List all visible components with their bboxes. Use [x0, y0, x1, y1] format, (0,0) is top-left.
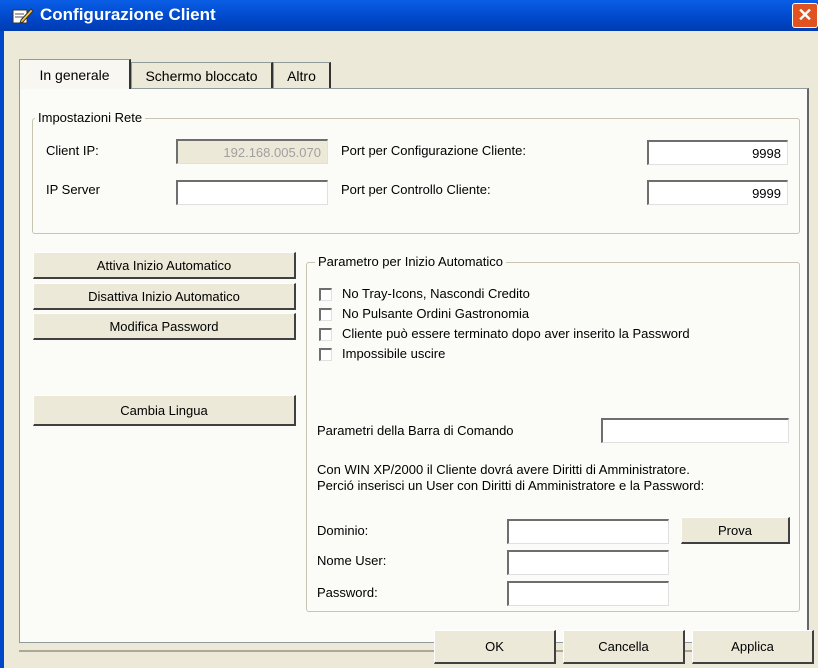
close-icon: ✕: [797, 5, 813, 25]
port-control-label: Port per Controllo Cliente:: [341, 182, 491, 197]
tab-locked-screen[interactable]: Schermo bloccato: [131, 62, 273, 88]
password-label: Password:: [317, 585, 378, 600]
password-field[interactable]: [507, 581, 669, 606]
port-control-field[interactable]: 9999: [647, 180, 788, 205]
change-language-button[interactable]: Cambia Lingua: [33, 395, 296, 426]
domain-field[interactable]: [507, 519, 669, 544]
client-ip-field[interactable]: 192.168.005.070: [176, 139, 328, 164]
tab-other[interactable]: Altro: [273, 62, 331, 88]
tab-general[interactable]: In generale: [19, 59, 131, 89]
port-config-field[interactable]: 9998: [647, 140, 788, 165]
client-ip-label: Client IP:: [46, 143, 99, 158]
user-name-label: Nome User:: [317, 553, 387, 568]
test-button[interactable]: Prova: [681, 517, 790, 544]
user-name-field[interactable]: [507, 550, 669, 575]
checkbox-no-gastronomy-button[interactable]: [319, 308, 332, 321]
checkbox-no-gastronomy-label[interactable]: No Pulsante Ordini Gastronomia: [342, 306, 529, 321]
ok-button[interactable]: OK: [434, 630, 556, 664]
admin-note-line2: Perció inserisci un User con Diritti di …: [317, 478, 705, 493]
domain-label: Dominio:: [317, 523, 369, 538]
network-group-title: Impostazioni Rete: [35, 110, 146, 125]
checkbox-terminate-label[interactable]: Cliente può essere terminato dopo aver i…: [342, 326, 690, 341]
checkbox-no-tray-icons[interactable]: [319, 288, 332, 301]
admin-note-line1: Con WIN XP/2000 il Cliente dovrá avere D…: [317, 462, 690, 477]
disable-autostart-button[interactable]: Disattiva Inizio Automatico: [33, 283, 296, 310]
autostart-group-title: Parametro per Inizio Automatico: [315, 254, 506, 269]
ip-server-field[interactable]: [176, 180, 328, 205]
cancel-button[interactable]: Cancella: [563, 630, 685, 664]
footer-separator: [19, 650, 809, 652]
window-frame-left: [0, 31, 4, 668]
apply-button[interactable]: Applica: [692, 630, 814, 664]
port-config-label: Port per Configurazione Cliente:: [341, 143, 526, 158]
app-edit-icon: [12, 8, 34, 24]
checkbox-terminate-with-password[interactable]: [319, 328, 332, 341]
ip-server-label: IP Server: [46, 182, 100, 197]
checkbox-no-tray-icons-label[interactable]: No Tray-Icons, Nascondi Credito: [342, 286, 530, 301]
window-title: Configurazione Client: [40, 5, 216, 24]
command-bar-label: Parametri della Barra di Comando: [317, 423, 514, 438]
checkbox-cannot-exit[interactable]: [319, 348, 332, 361]
checkbox-cannot-exit-label[interactable]: Impossibile uscire: [342, 346, 445, 361]
command-bar-field[interactable]: [601, 418, 789, 443]
close-button[interactable]: ✕: [792, 3, 818, 28]
enable-autostart-button[interactable]: Attiva Inizio Automatico: [33, 252, 296, 279]
network-settings-group: [32, 118, 800, 234]
change-password-button[interactable]: Modifica Password: [33, 313, 296, 340]
